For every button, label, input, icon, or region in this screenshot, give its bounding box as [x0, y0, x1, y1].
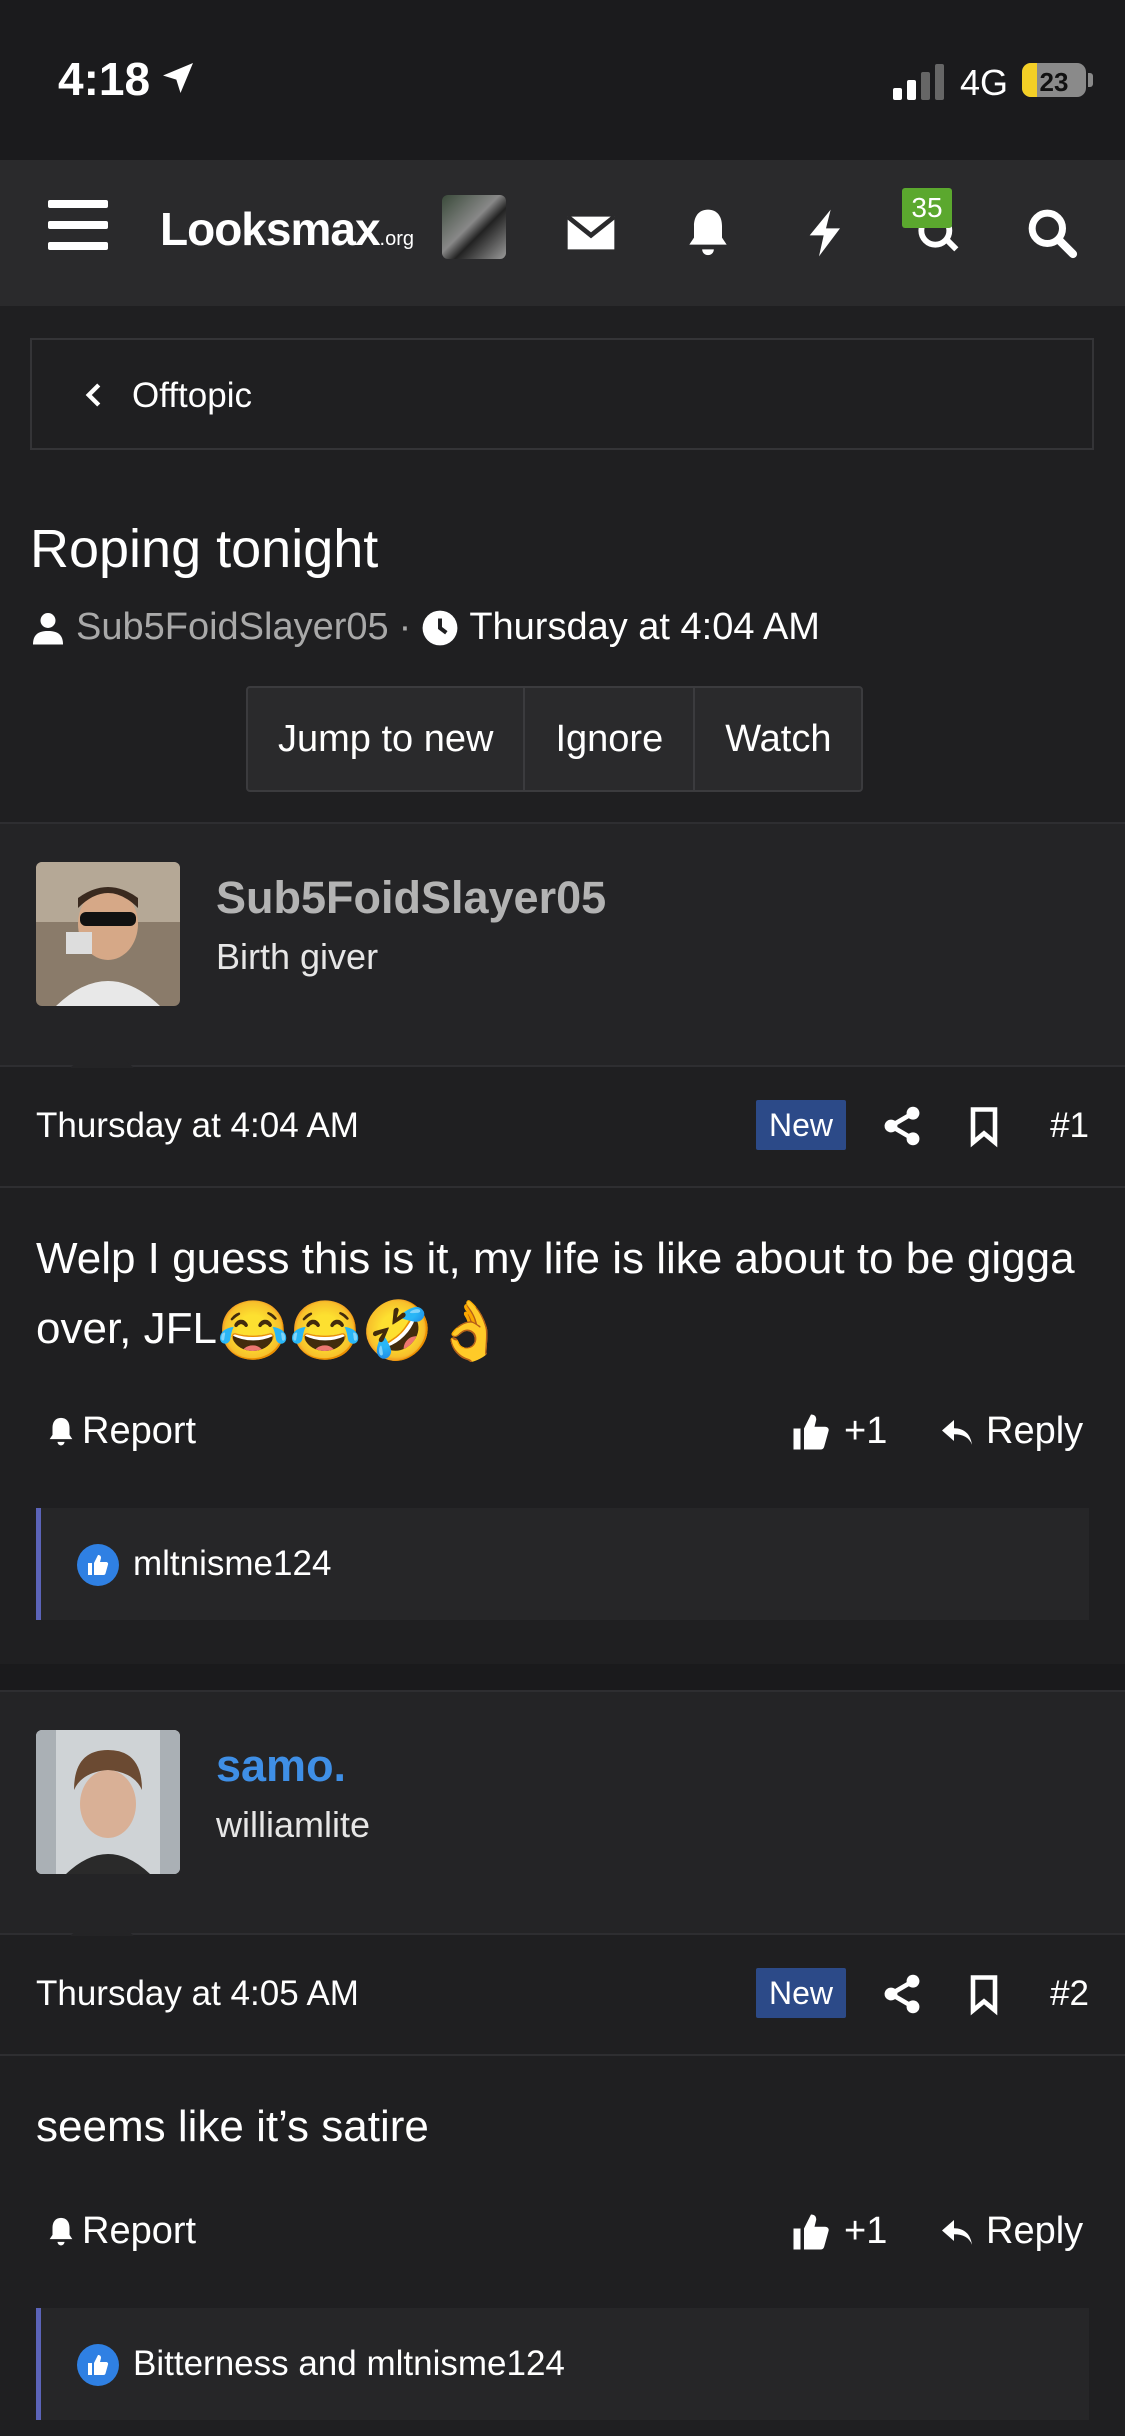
user-title: Birth giver	[216, 936, 379, 977]
clock-icon	[422, 610, 458, 645]
reply-button[interactable]: Reply	[938, 2210, 1083, 2253]
status-time: 4:18	[58, 53, 151, 105]
post-number[interactable]: #1	[1050, 1106, 1089, 1146]
signal-icon	[893, 62, 944, 100]
search-icon[interactable]	[1024, 205, 1080, 261]
post-actions: Report +1 Reply	[0, 1400, 1125, 1470]
thread-meta: Sub5FoidSlayer05 · Thursday at 4:04 AM	[30, 606, 820, 649]
chevron-left-icon	[85, 383, 101, 407]
jump-to-new-button[interactable]: Jump to new	[248, 688, 526, 790]
like-icon	[77, 1544, 119, 1586]
new-badge: New	[756, 1100, 846, 1150]
post-header: Sub5FoidSlayer05 Birth giver	[0, 822, 1125, 1067]
bell-icon[interactable]	[680, 205, 736, 261]
site-logo[interactable]: Looksmax.org	[160, 202, 414, 256]
user-title: williamlite	[216, 1804, 371, 1845]
menu-icon[interactable]	[48, 200, 108, 250]
like-button[interactable]: +1	[790, 1410, 887, 1453]
chat-badge: 35	[902, 188, 952, 228]
post-username[interactable]: samo.	[216, 1740, 346, 1792]
page-title: Roping tonight	[30, 519, 379, 579]
battery-icon: 23	[1022, 63, 1086, 97]
bell-icon	[49, 2217, 73, 2245]
share-icon[interactable]	[880, 1972, 924, 2016]
likes-summary[interactable]: Bitterness and mltnisme124	[36, 2308, 1089, 2420]
network-label: 4G	[960, 62, 1009, 103]
report-button[interactable]: Report	[44, 2210, 196, 2253]
reply-button[interactable]: Reply	[938, 1410, 1083, 1453]
avatar[interactable]	[442, 195, 506, 259]
post-actions: Report +1 Reply	[0, 2200, 1125, 2270]
thumbs-up-icon	[793, 1414, 829, 1449]
battery-percent: 23	[1039, 67, 1069, 97]
thread-actions: Jump to new Ignore Watch	[246, 686, 864, 792]
report-button[interactable]: Report	[44, 1410, 196, 1453]
post-meta: Thursday at 4:05 AM New #2	[0, 1936, 1125, 2056]
avatar[interactable]	[36, 862, 180, 1006]
location-arrow-icon	[163, 63, 193, 93]
liked-by: mltnisme124	[133, 1544, 332, 1583]
bookmark-icon[interactable]	[962, 1104, 1006, 1148]
liked-by: Bitterness and mltnisme124	[133, 2344, 565, 2383]
likes-summary[interactable]: mltnisme124	[36, 1508, 1089, 1620]
emoji: 😂😂🤣👌	[216, 1298, 506, 1364]
thread-author[interactable]: Sub5FoidSlayer05	[76, 606, 389, 649]
post-date[interactable]: Thursday at 4:05 AM	[36, 1974, 359, 2014]
post-header: samo. williamlite	[0, 1690, 1125, 1935]
breadcrumb[interactable]: Offtopic	[30, 338, 1094, 450]
status-bar: 4:18 4G 23	[0, 0, 1125, 160]
post-body: seems like it’s satire	[36, 2102, 429, 2151]
share-icon[interactable]	[880, 1104, 924, 1148]
meta-separator: ·	[398, 606, 412, 648]
ignore-button[interactable]: Ignore	[525, 688, 696, 790]
reply-icon	[942, 1419, 972, 1445]
watch-button[interactable]: Watch	[695, 688, 861, 790]
breadcrumb-label: Offtopic	[132, 376, 252, 415]
mail-icon[interactable]	[563, 205, 619, 261]
post-separator	[0, 1664, 1125, 1692]
thumbs-up-icon	[793, 2214, 829, 2249]
like-button[interactable]: +1	[790, 2210, 887, 2253]
top-nav: Looksmax.org	[0, 160, 1125, 306]
post-body: Welp I guess this is it, my life is like…	[36, 1234, 1075, 1364]
reply-icon	[942, 2219, 972, 2245]
thread-date: Thursday at 4:04 AM	[469, 606, 820, 648]
bookmark-icon[interactable]	[962, 1972, 1006, 2016]
avatar[interactable]	[36, 1730, 180, 1874]
user-icon	[33, 612, 63, 644]
post-username[interactable]: Sub5FoidSlayer05	[216, 872, 606, 924]
post-number[interactable]: #2	[1050, 1974, 1089, 2014]
like-icon	[77, 2344, 119, 2386]
bell-icon	[49, 1417, 73, 1445]
post-date[interactable]: Thursday at 4:04 AM	[36, 1106, 359, 1146]
bolt-icon[interactable]	[798, 205, 854, 261]
new-badge: New	[756, 1968, 846, 2018]
post-meta: Thursday at 4:04 AM New #1	[0, 1068, 1125, 1188]
